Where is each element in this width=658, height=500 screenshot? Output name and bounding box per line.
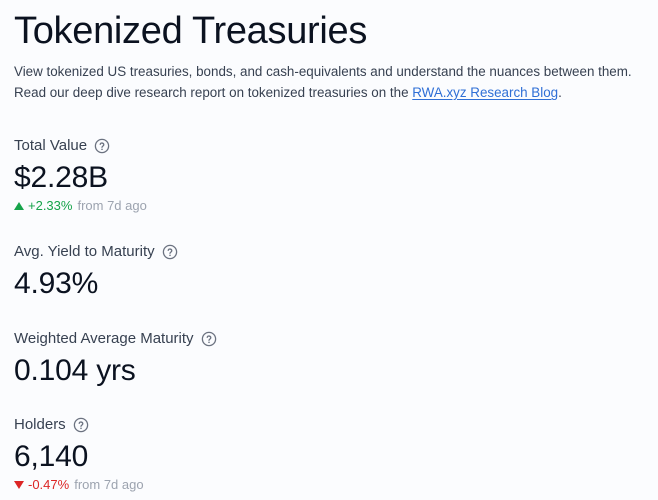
metric-weighted-average-maturity: Weighted Average Maturity 0.104 yrs <box>14 329 217 389</box>
question-circle-icon[interactable] <box>201 331 217 347</box>
metric-label: Total Value <box>14 136 147 156</box>
triangle-down-icon <box>14 481 24 489</box>
holders-value: 6,140 <box>14 440 89 473</box>
change-period: from 7d ago <box>77 198 147 213</box>
metric-label: Holders <box>14 415 144 435</box>
description-end: . <box>558 85 562 100</box>
metric-total-value: Total Value $2.28B +2.33% from 7d ago <box>14 136 147 215</box>
question-circle-icon[interactable] <box>73 417 89 433</box>
question-circle-icon[interactable] <box>162 244 178 260</box>
question-circle-icon[interactable] <box>94 138 110 154</box>
avg-yield-label: Avg. Yield to Maturity <box>14 243 155 260</box>
metric-label: Avg. Yield to Maturity <box>14 242 178 262</box>
research-blog-link[interactable]: RWA.xyz Research Blog <box>412 85 558 100</box>
total-value-label: Total Value <box>14 137 88 154</box>
metric-label: Weighted Average Maturity <box>14 329 217 349</box>
wam-label: Weighted Average Maturity <box>14 330 194 347</box>
page-description: View tokenized US treasuries, bonds, and… <box>14 61 639 103</box>
triangle-up-icon <box>14 202 24 210</box>
page-title: Tokenized Treasuries <box>14 10 368 52</box>
metric-avg-yield: Avg. Yield to Maturity 4.93% <box>14 242 178 302</box>
metric-holders: Holders 6,140 -0.47% from 7d ago <box>14 415 144 494</box>
holders-change: -0.47% from 7d ago <box>14 476 144 494</box>
total-value-amount: $2.28B <box>14 161 108 194</box>
avg-yield-value: 4.93% <box>14 267 99 300</box>
wam-value: 0.104 yrs <box>14 354 136 387</box>
change-period: from 7d ago <box>74 477 144 492</box>
change-percent: -0.47% <box>28 477 70 492</box>
holders-label: Holders <box>14 416 66 433</box>
change-percent: +2.33% <box>28 198 73 213</box>
total-value-change: +2.33% from 7d ago <box>14 197 147 215</box>
